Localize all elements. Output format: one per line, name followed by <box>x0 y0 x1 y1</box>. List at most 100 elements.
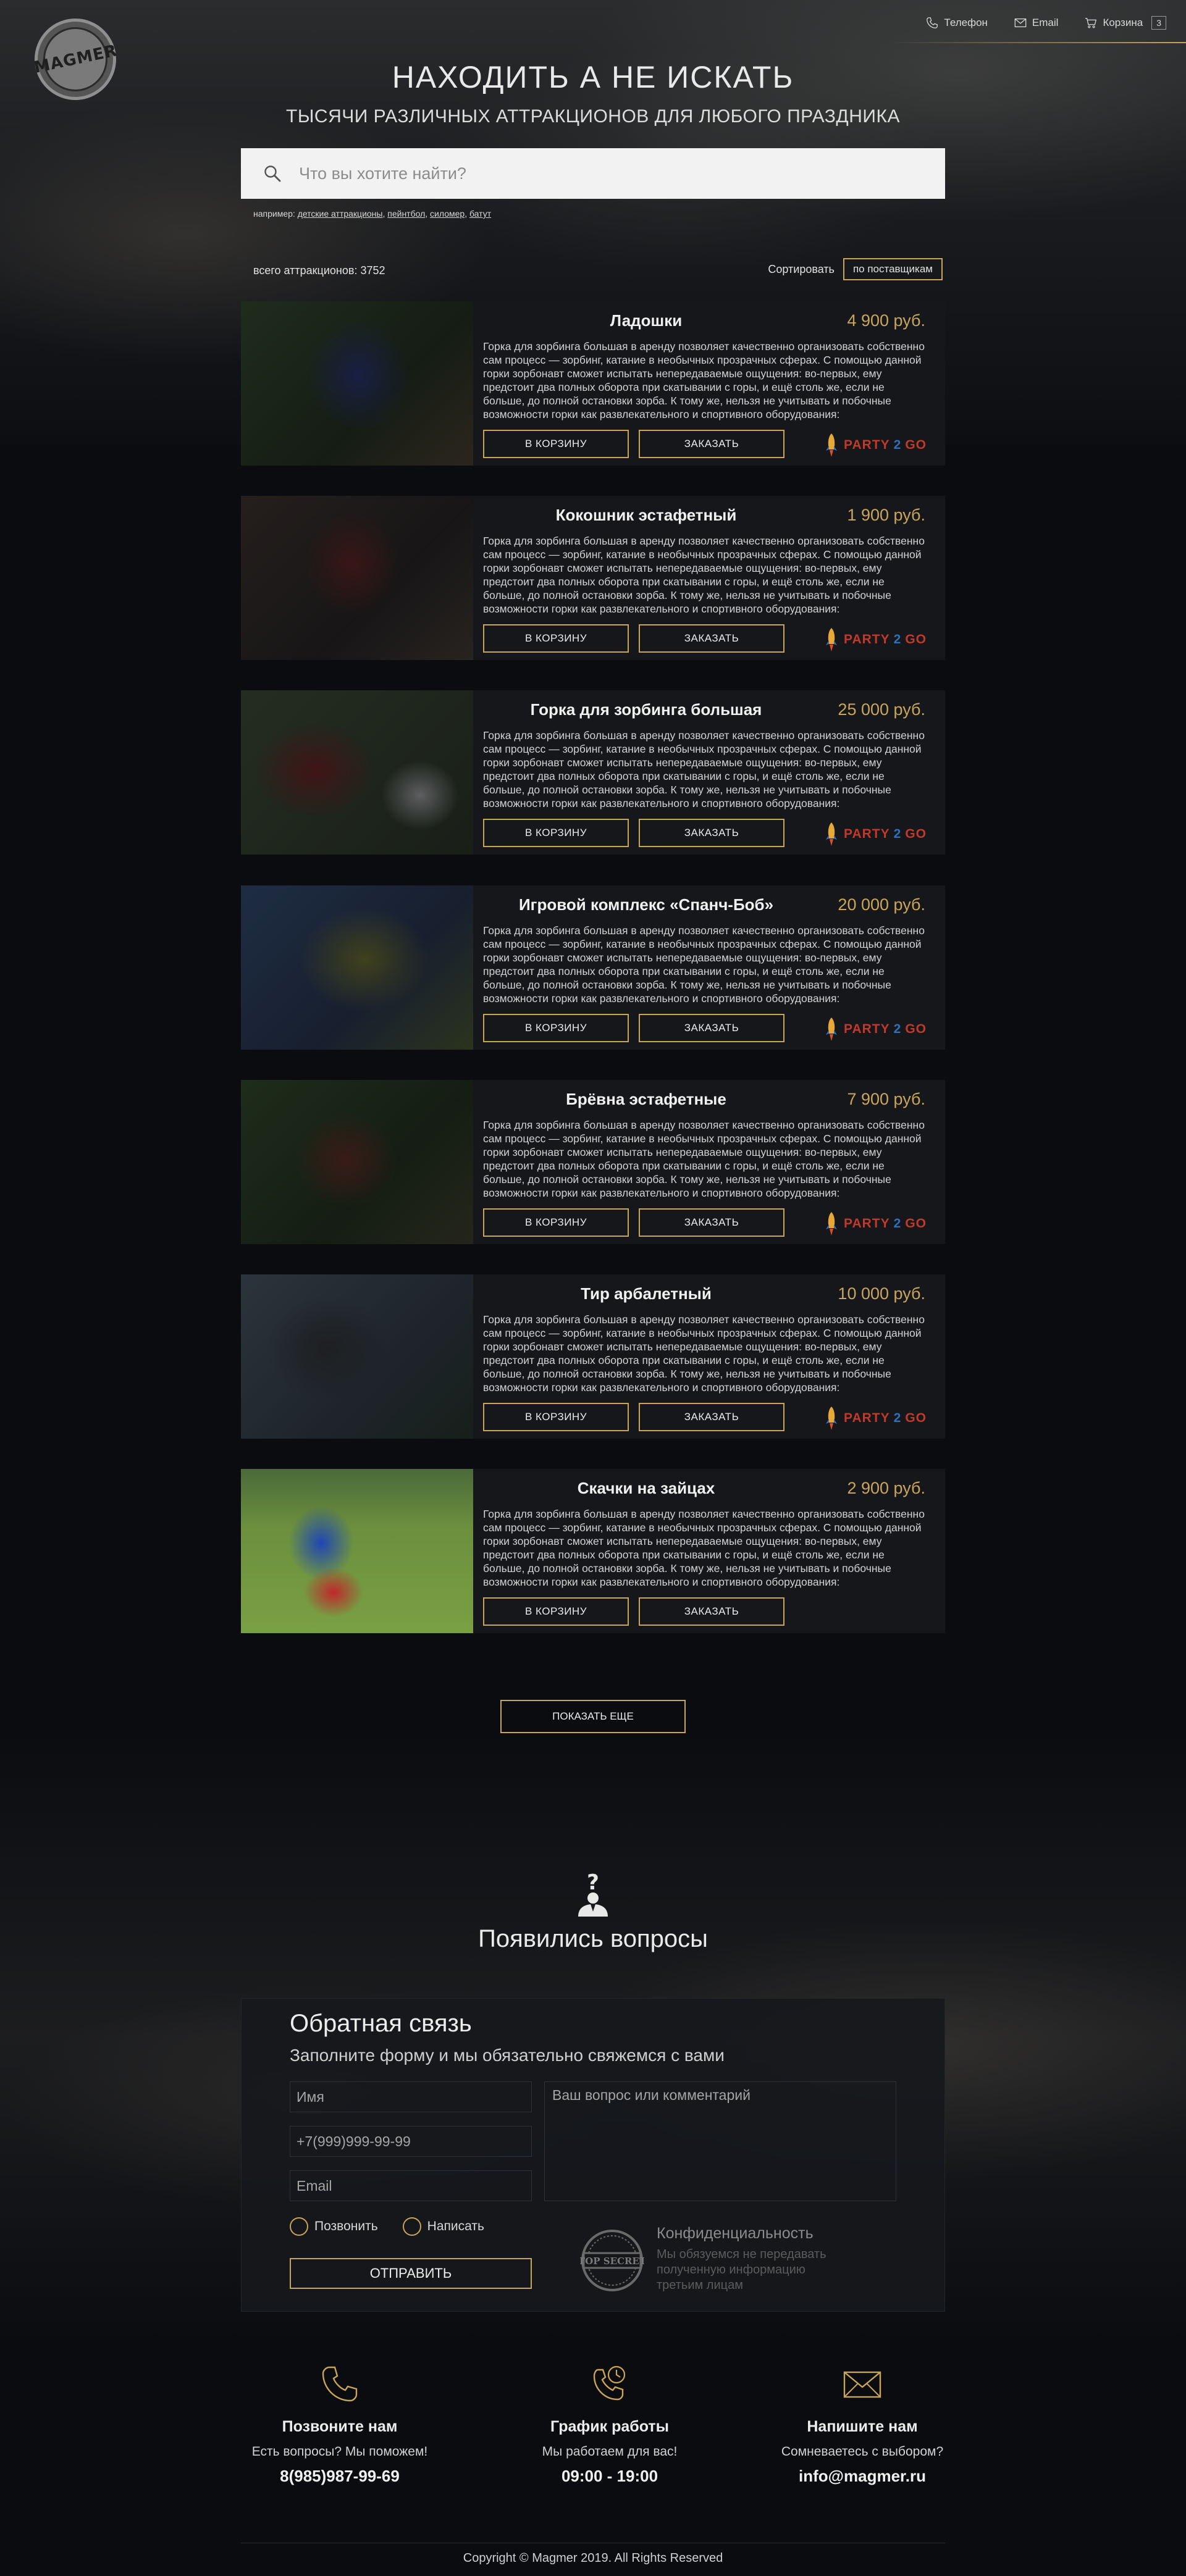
rocket-icon <box>826 628 837 651</box>
supplier-logo[interactable]: PARTY 2 GO <box>823 1016 927 1042</box>
order-button[interactable]: ЗАКАЗАТЬ <box>639 1014 784 1042</box>
top-nav: Телефон Email Корзина 3 <box>925 16 1166 30</box>
supplier-logo[interactable]: PARTY 2 GO <box>823 627 927 653</box>
product-image[interactable] <box>241 301 473 466</box>
product-image[interactable] <box>241 1080 473 1244</box>
example-link[interactable]: батут <box>469 209 491 219</box>
top-secret-stamp-icon: TOP SECRET <box>580 2230 644 2291</box>
product-description: Горка для зорбинга большая в аренду позв… <box>483 1508 925 1588</box>
supplier-go: GO <box>905 632 927 646</box>
nav-email-label: Email <box>1032 17 1059 28</box>
product-name[interactable]: Скачки на зайцах <box>483 1479 809 1498</box>
show-more-button[interactable]: ПОКАЗАТЬ ЕЩЕ <box>500 1700 686 1733</box>
supplier-logo[interactable]: PARTY 2 GO <box>823 1405 927 1431</box>
sort-control: Сортировать по поставщикам <box>768 258 943 280</box>
nav-phone[interactable]: Телефон <box>925 16 988 30</box>
example-link[interactable]: пейнтбол <box>387 209 425 219</box>
search-input[interactable] <box>299 164 855 183</box>
send-button[interactable]: ОТПРАВИТЬ <box>290 2258 532 2289</box>
add-to-cart-button[interactable]: В КОРЗИНУ <box>483 1403 629 1431</box>
product-card: Кокошник эстафетный 1 900 руб. Горка для… <box>241 496 945 660</box>
contact-phone-value[interactable]: 8(985)987-99-69 <box>216 2467 463 2486</box>
supplier-logo[interactable]: PARTY 2 GO <box>823 1211 927 1237</box>
name-field[interactable] <box>290 2081 532 2112</box>
supplier-party: PARTY <box>844 438 890 452</box>
comment-field[interactable] <box>544 2081 896 2201</box>
product-price: 25 000 руб. <box>838 700 925 719</box>
product-body: Кокошник эстафетный 1 900 руб. Горка для… <box>473 496 945 660</box>
image-shade <box>241 1080 473 1244</box>
header-accent-line <box>890 42 1186 43</box>
image-shade <box>241 690 473 855</box>
supplier-party: PARTY <box>844 827 890 841</box>
total-count: всего аттракционов: 3752 <box>253 264 385 277</box>
product-image[interactable] <box>241 496 473 660</box>
contact-email-value[interactable]: info@magmer.ru <box>739 2467 986 2486</box>
contact-text: Сомневаетесь с выбором? <box>781 2444 944 2459</box>
add-to-cart-button[interactable]: В КОРЗИНУ <box>483 1014 629 1042</box>
add-to-cart-button[interactable]: В КОРЗИНУ <box>483 1597 629 1626</box>
nav-cart[interactable]: Корзина 3 <box>1084 16 1166 30</box>
supplier-two: 2 <box>893 827 902 841</box>
order-button[interactable]: ЗАКАЗАТЬ <box>639 819 784 847</box>
questions-title: Появились вопросы <box>478 1925 708 1952</box>
product-image[interactable] <box>241 885 473 1050</box>
add-to-cart-button[interactable]: В КОРЗИНУ <box>483 819 629 847</box>
product-description: Горка для зорбинга большая в аренду позв… <box>483 924 925 1005</box>
order-button[interactable]: ЗАКАЗАТЬ <box>639 1208 784 1237</box>
product-name[interactable]: Кокошник эстафетный <box>483 506 809 525</box>
order-button[interactable]: ЗАКАЗАТЬ <box>639 430 784 458</box>
image-shade <box>241 885 473 1050</box>
example-link[interactable]: силомер <box>430 209 465 219</box>
example-link[interactable]: детские аттракционы <box>298 209 383 219</box>
hero-title: НАХОДИТЬ А НЕ ИСКАТЬ <box>392 60 794 94</box>
supplier-two: 2 <box>893 1022 902 1036</box>
order-button[interactable]: ЗАКАЗАТЬ <box>639 624 784 653</box>
order-button[interactable]: ЗАКАЗАТЬ <box>639 1597 784 1626</box>
supplier-party: PARTY <box>844 1411 890 1425</box>
product-body: Горка для зорбинга большая 25 000 руб. Г… <box>473 690 945 855</box>
nav-email[interactable]: Email <box>1014 16 1059 30</box>
add-to-cart-button[interactable]: В КОРЗИНУ <box>483 1208 629 1237</box>
radio-write-label: Написать <box>427 2219 484 2233</box>
rocket-icon <box>826 433 837 457</box>
product-description: Горка для зорбинга большая в аренду позв… <box>483 1313 925 1394</box>
sort-select-button[interactable]: по поставщикам <box>843 258 943 280</box>
form-subtitle: Заполните форму и мы обязательно свяжемс… <box>290 2046 725 2065</box>
supplier-go: GO <box>905 827 927 841</box>
contact-call: Позвоните нам Есть вопросы? Мы поможем! … <box>216 2362 463 2486</box>
product-name[interactable]: Брёвна эстафетные <box>483 1090 809 1109</box>
product-name[interactable]: Тир арбалетный <box>483 1284 809 1303</box>
hero-subtitle: ТЫСЯЧИ РАЗЛИЧНЫХ АТТРАКЦИОНОВ ДЛЯ ЛЮБОГО… <box>286 106 900 127</box>
product-name[interactable]: Горка для зорбинга большая <box>483 700 809 719</box>
contact-text: Есть вопросы? Мы поможем! <box>251 2444 428 2459</box>
add-to-cart-button[interactable]: В КОРЗИНУ <box>483 430 629 458</box>
contact-hours-value: 09:00 - 19:00 <box>561 2467 658 2485</box>
radio-call-label: Позвонить <box>314 2219 378 2233</box>
product-card: Горка для зорбинга большая 25 000 руб. Г… <box>241 690 945 855</box>
rocket-icon <box>826 1212 837 1236</box>
order-button[interactable]: ЗАКАЗАТЬ <box>639 1403 784 1431</box>
product-name[interactable]: Игровой комплекс «Спанч-Боб» <box>483 895 809 914</box>
search-box <box>241 148 945 199</box>
radio-call[interactable]: Позвонить <box>290 2217 378 2236</box>
supplier-go: GO <box>905 1216 927 1231</box>
envelope-icon <box>843 2371 881 2398</box>
supplier-logo[interactable]: PARTY 2 GO <box>823 432 927 458</box>
cart-icon <box>1085 18 1097 28</box>
supplier-two: 2 <box>893 1411 902 1425</box>
supplier-two: 2 <box>893 438 902 452</box>
radio-write[interactable]: Написать <box>402 2217 484 2236</box>
email-field[interactable] <box>290 2170 532 2201</box>
product-price: 2 900 руб. <box>847 1479 925 1497</box>
product-image[interactable] <box>241 690 473 855</box>
add-to-cart-button[interactable]: В КОРЗИНУ <box>483 624 629 653</box>
phone-field[interactable] <box>290 2126 532 2157</box>
copyright: Copyright © Magmer 2019. All Rights Rese… <box>463 2551 723 2565</box>
product-name[interactable]: Ладошки <box>483 311 809 330</box>
product-image[interactable] <box>241 1274 473 1439</box>
supplier-logo[interactable]: PARTY 2 GO <box>823 821 927 847</box>
supplier-go: GO <box>905 1411 927 1425</box>
search-icon <box>264 165 281 182</box>
product-image[interactable] <box>241 1469 473 1633</box>
